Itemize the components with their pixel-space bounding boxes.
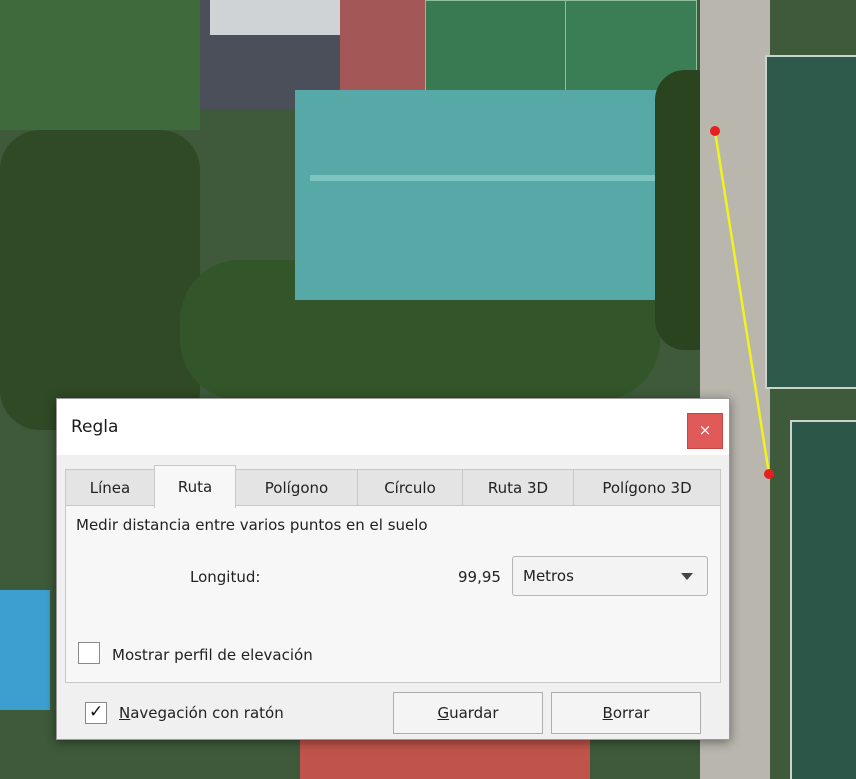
tab-ruta-3d[interactable]: Ruta 3D bbox=[462, 469, 574, 506]
tab-bar: Línea Ruta Polígono Círculo Ruta 3D Polí… bbox=[65, 465, 721, 508]
tab-linea[interactable]: Línea bbox=[65, 469, 155, 506]
elevation-profile-label[interactable]: Mostrar perfil de elevación bbox=[112, 646, 313, 664]
mouse-navigation-label[interactable]: Navegación con ratón bbox=[119, 704, 284, 722]
length-label: Longitud: bbox=[190, 568, 261, 586]
dialog-title: Regla bbox=[71, 417, 119, 437]
tab-circulo[interactable]: Círculo bbox=[357, 469, 463, 506]
description-text: Medir distancia entre varios puntos en e… bbox=[76, 516, 428, 534]
elevation-profile-checkbox[interactable] bbox=[78, 642, 100, 664]
close-button[interactable]: × bbox=[687, 413, 723, 449]
tab-ruta[interactable]: Ruta bbox=[154, 465, 236, 508]
length-value: 99,95 bbox=[458, 568, 501, 586]
ruler-dialog: Regla × Línea Ruta Polígono Círculo Ruta… bbox=[56, 398, 730, 740]
path-point-end[interactable] bbox=[764, 469, 774, 479]
tab-poligono-3d[interactable]: Polígono 3D bbox=[573, 469, 721, 506]
title-bar[interactable]: Regla × bbox=[57, 399, 729, 455]
mouse-navigation-checkbox[interactable]: ✓ bbox=[85, 702, 107, 724]
tab-poligono[interactable]: Polígono bbox=[235, 469, 358, 506]
path-point-start[interactable] bbox=[710, 126, 720, 136]
chevron-down-icon bbox=[681, 573, 693, 580]
clear-button[interactable]: Borrar bbox=[551, 692, 701, 734]
unit-select-value: Metros bbox=[523, 567, 574, 585]
save-button[interactable]: Guardar bbox=[393, 692, 543, 734]
tab-panel: Medir distancia entre varios puntos en e… bbox=[65, 505, 721, 683]
check-icon: ✓ bbox=[89, 702, 104, 722]
unit-select[interactable]: Metros bbox=[512, 556, 708, 596]
